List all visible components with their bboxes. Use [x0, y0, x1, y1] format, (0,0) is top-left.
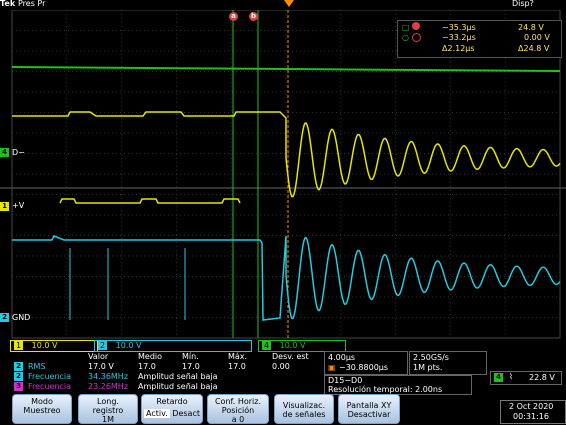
meas-row1-valor: 17.0 V [88, 362, 114, 371]
modo-button[interactable]: Modo Muestreo [12, 394, 72, 424]
cursor-a-marker[interactable]: a [229, 12, 238, 21]
meas-row2-valor: 34.36MHz [88, 372, 129, 381]
meas-row3-note: Amplitud señal baja [138, 382, 218, 391]
cursor-b-badge [412, 33, 421, 42]
meas-row1-desv: 0.00 [272, 362, 290, 371]
meas-header-valor: Valor [88, 352, 109, 361]
visual-value: de señales [282, 410, 326, 419]
brand-label: Tek [0, 0, 16, 8]
ch1-number: 1 [14, 341, 24, 350]
trigger-slope-icon: ⌇ [509, 372, 513, 381]
acquisition-mode[interactable]: Pres Pr [18, 0, 45, 8]
meas-row1-min: 17.0 [182, 362, 200, 371]
ch1-scale: 10.0 V [31, 341, 58, 350]
long-label: Long. [97, 397, 119, 406]
cursor-a-value: 24.8 V [518, 23, 544, 32]
cursor-b-time: −33.2µs [442, 33, 476, 42]
sample-rate: 2.50GS/s [413, 353, 449, 362]
trigger-box[interactable]: 4 ⌇ 22.8 V [490, 371, 562, 385]
bottom-menu: Modo Muestreo Long. registro 1M Retardo … [0, 394, 566, 425]
ch2-number: 2 [98, 341, 108, 350]
trigger-level: 22.8 V [529, 373, 555, 382]
retardo-label: Retardo [156, 397, 188, 406]
ch1-scale-chip[interactable]: 1 10.0 V [10, 340, 98, 352]
pantalla-xy-button[interactable]: Pantalla XY Desactivar [338, 394, 400, 424]
cursor-b-icon: ○ [402, 33, 409, 42]
record-points: 1M pts. [413, 363, 443, 372]
conf-label: Conf. Horiz. [214, 397, 262, 406]
meas-header-medio: Medio [138, 352, 163, 361]
cursor-b-marker[interactable]: b [249, 12, 258, 21]
meas-header-min: Mín. [182, 352, 199, 361]
conf-horiz-button[interactable]: Conf. Horiz. Posición a 0 [207, 394, 269, 424]
sample-rate-box[interactable]: 2.50GS/s 1M pts. [409, 351, 487, 375]
retardo-activ[interactable]: Activ. [144, 409, 170, 418]
cursor-readout: □ −35.3µs 24.8 V ○ −33.2µs 0.00 V Δ2.12µ… [397, 20, 562, 58]
ch2-trace [12, 235, 561, 321]
bus-resolution: Resolución temporal: 2.00ns [328, 385, 443, 394]
cursor-b-value: 0.00 V [524, 33, 550, 42]
ch1-ground-marker[interactable]: 1 [0, 202, 9, 211]
registro-label: registro [92, 406, 124, 415]
retardo-desact[interactable]: Desact [172, 409, 200, 418]
meas-row1-ch: 2 [14, 362, 23, 371]
meas-row1-medio: 17.0 [138, 362, 156, 371]
meas-row1-name: RMS [28, 362, 46, 371]
ch1-lower-trace [59, 198, 241, 204]
long-value: 1M [102, 415, 114, 424]
ch1-trace [12, 111, 561, 198]
d-minus-label: D− [12, 148, 25, 157]
plus-v-label: +V [12, 201, 25, 210]
long-registro-button[interactable]: Long. registro 1M [78, 394, 138, 424]
display-status: Disp? [512, 0, 534, 8]
modo-value: Muestreo [23, 406, 61, 415]
posicion-label: Posición [221, 406, 255, 415]
ch2-scale-chip[interactable]: 2 10.0 V [94, 340, 252, 352]
visualizacion-button[interactable]: Visualizac. de señales [274, 394, 334, 424]
date-label: 2 Oct 2020 [509, 402, 554, 411]
timebase-scale: 4.00µs [328, 353, 356, 362]
ch4-number: 4 [262, 341, 272, 350]
ch4-ground-marker[interactable]: 4 [0, 148, 9, 157]
meas-header-desv: Desv. est [272, 352, 309, 361]
bus-box[interactable]: D15−D0 Resolución temporal: 2.00ns [324, 375, 472, 395]
trigger-ch: 4 [494, 373, 503, 382]
timebase-box[interactable]: 4.00µs ▣ −30.8800µs [324, 351, 408, 375]
meas-row2-note: Amplitud señal baja [138, 372, 218, 381]
pantalla-value: Desactivar [347, 410, 391, 419]
bus-name: D15−D0 [328, 376, 363, 385]
meas-row3-ch: 3 [14, 382, 23, 391]
gnd-label: GND [12, 313, 31, 322]
delay-icon: ▣ [328, 363, 336, 372]
meas-row3-valor: 23.26MHz [88, 382, 129, 391]
modo-label: Modo [31, 397, 53, 406]
pantalla-label: Pantalla XY [346, 401, 392, 410]
time-label: 00:31:16 [513, 412, 549, 421]
meas-row2-ch: 2 [14, 372, 23, 381]
meas-row1-max: 17.0 [228, 362, 246, 371]
cursor-a-time: −35.3µs [442, 23, 476, 32]
cursor-a-icon: □ [402, 23, 410, 32]
ch2-ground-marker[interactable]: 2 [0, 313, 9, 322]
measurements-table: Valor Medio Mín. Máx. Desv. est 2 RMS 17… [10, 352, 320, 392]
datetime-box: 2 Oct 2020 00:31:16 [500, 400, 566, 424]
meas-header-max: Máx. [228, 352, 248, 361]
ch4-scale: 10.0 V [279, 341, 306, 350]
cursor-delta-value: Δ24.8 V [518, 44, 550, 53]
trigger-position-marker[interactable] [284, 0, 294, 7]
cursor-delta-time: Δ2.12µs [442, 44, 475, 53]
ch2-scale: 10.0 V [115, 341, 142, 350]
meas-row2-name: Frecuencia [28, 372, 72, 381]
retardo-button[interactable]: Retardo Activ. Desact [141, 394, 203, 424]
conf-value: a 0 [231, 415, 245, 424]
top-status-bar: Tek Pres Pr Disp? [0, 0, 566, 10]
meas-row3-name: Frecuencia [28, 382, 72, 391]
timebase-delay: −30.8800µs [339, 363, 389, 372]
cursor-a-badge [412, 22, 420, 30]
visual-label: Visualizac. [282, 401, 326, 410]
